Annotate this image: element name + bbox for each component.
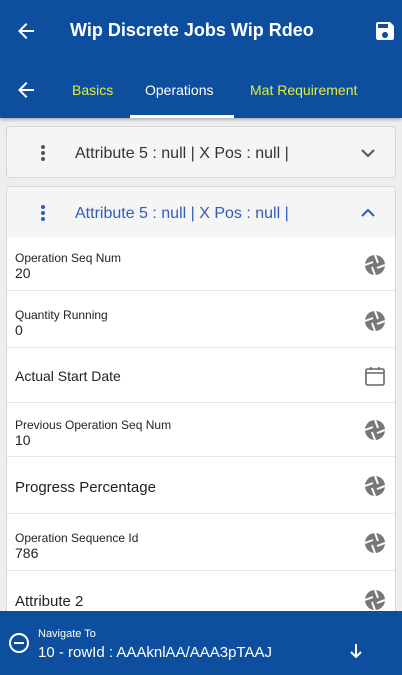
- operation-card-collapsed[interactable]: Attribute 5 : null | X Pos : null |: [6, 126, 396, 178]
- operation-card-expanded: Attribute 5 : null | X Pos : null | Oper…: [6, 186, 396, 675]
- minus-circle-icon[interactable]: [8, 632, 30, 654]
- arrow-down-icon[interactable]: [348, 642, 364, 660]
- field-operation-seq-num[interactable]: Operation Seq Num 20: [7, 237, 395, 291]
- aperture-icon[interactable]: [363, 309, 387, 333]
- field-value: 786: [15, 545, 39, 561]
- back-arrow-icon[interactable]: [14, 19, 38, 43]
- active-tab-indicator: [130, 115, 234, 118]
- field-quantity-running[interactable]: Quantity Running 0: [7, 291, 395, 348]
- kebab-icon[interactable]: [40, 144, 46, 162]
- tab-bar: Basics Operations Mat Requirement: [0, 62, 402, 118]
- field-value: 0: [15, 322, 23, 338]
- card-title: Attribute 5 : null | X Pos : null |: [75, 145, 289, 162]
- field-value: 10: [15, 432, 31, 448]
- app: Wip Discrete Jobs Wip Rdeo Basics Operat…: [0, 0, 402, 675]
- field-operation-sequence-id[interactable]: Operation Sequence Id 786: [7, 514, 395, 571]
- tab-operations[interactable]: Operations: [145, 82, 213, 98]
- navigate-value: 10 - rowId : AAAknlAA/AAA3pTAAJ: [38, 644, 272, 661]
- save-icon[interactable]: [373, 19, 397, 43]
- field-progress-percentage[interactable]: Progress Percentage: [7, 457, 395, 514]
- tab-mat-requirement[interactable]: Mat Requirement: [250, 82, 357, 98]
- navigate-footer[interactable]: Navigate To 10 - rowId : AAAknlAA/AAA3pT…: [0, 611, 402, 675]
- field-previous-operation-seq-num[interactable]: Previous Operation Seq Num 10: [7, 403, 395, 457]
- aperture-icon[interactable]: [363, 474, 387, 498]
- card-title: Attribute 5 : null | X Pos : null |: [75, 205, 289, 222]
- navigate-label: Navigate To: [38, 628, 96, 640]
- field-label: Attribute 2: [15, 593, 84, 610]
- aperture-icon[interactable]: [363, 418, 387, 442]
- tab-basics[interactable]: Basics: [72, 82, 113, 98]
- app-header: Wip Discrete Jobs Wip Rdeo: [0, 0, 402, 62]
- card-header[interactable]: Attribute 5 : null | X Pos : null |: [7, 187, 395, 237]
- field-label: Quantity Running: [15, 308, 108, 322]
- field-actual-start-date[interactable]: Actual Start Date: [7, 348, 395, 403]
- field-label: Actual Start Date: [15, 368, 121, 384]
- page-title: Wip Discrete Jobs Wip Rdeo: [70, 20, 314, 40]
- field-value: 20: [15, 265, 31, 281]
- calendar-icon[interactable]: [363, 364, 387, 388]
- field-label: Previous Operation Seq Num: [15, 418, 172, 432]
- field-label: Operation Seq Num: [15, 251, 122, 265]
- aperture-icon[interactable]: [363, 588, 387, 612]
- back-arrow-icon[interactable]: [14, 78, 38, 102]
- field-label: Progress Percentage: [15, 479, 156, 496]
- chevron-down-icon[interactable]: [360, 145, 376, 161]
- chevron-up-icon[interactable]: [360, 205, 376, 221]
- kebab-icon[interactable]: [40, 204, 46, 222]
- aperture-icon[interactable]: [363, 531, 387, 555]
- field-label: Operation Sequence Id: [15, 531, 139, 545]
- aperture-icon[interactable]: [363, 253, 387, 277]
